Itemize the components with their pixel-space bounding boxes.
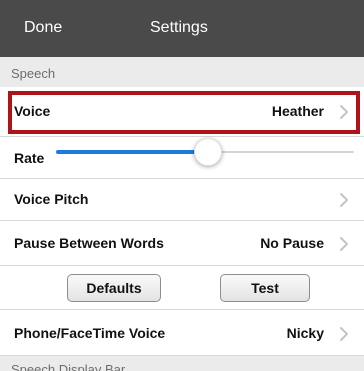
rate-slider-fill (56, 150, 208, 154)
page-title: Settings (150, 19, 208, 36)
settings-screen: Done Settings Speech Voice Heather Rate … (0, 0, 364, 371)
speech-buttons-row: Defaults Test (0, 266, 364, 310)
speech-section-header: Speech (0, 57, 364, 87)
rate-row: Rate (0, 137, 364, 179)
pause-between-words-row[interactable]: Pause Between Words No Pause (0, 221, 364, 266)
navigation-bar: Done Settings (0, 0, 364, 57)
speech-display-bar-section-header: Speech Display Bar (0, 356, 364, 371)
pause-between-words-label: Pause Between Words (14, 235, 164, 251)
done-button[interactable]: Done (24, 18, 62, 38)
speech-section-label: Speech (11, 66, 56, 81)
defaults-button[interactable]: Defaults (67, 274, 161, 302)
voice-value: Heather (271, 103, 324, 119)
chevron-right-icon (340, 193, 348, 207)
chevron-right-icon (340, 105, 348, 119)
voice-pitch-row[interactable]: Voice Pitch (0, 179, 364, 221)
rate-slider-thumb[interactable] (194, 138, 222, 166)
pause-between-words-value: No Pause (260, 235, 324, 251)
rate-label: Rate (14, 150, 45, 166)
phone-facetime-voice-row[interactable]: Phone/FaceTime Voice Nicky (0, 310, 364, 356)
phone-facetime-voice-value: Nicky (286, 325, 324, 341)
chevron-right-icon (340, 327, 348, 341)
speech-display-bar-section-label: Speech Display Bar (11, 362, 126, 371)
voice-row[interactable]: Voice Heather (0, 87, 364, 137)
chevron-right-icon (340, 237, 348, 251)
phone-facetime-voice-label: Phone/FaceTime Voice (14, 325, 166, 341)
test-button[interactable]: Test (220, 274, 310, 302)
voice-label: Voice (14, 103, 51, 119)
voice-pitch-label: Voice Pitch (14, 191, 89, 207)
